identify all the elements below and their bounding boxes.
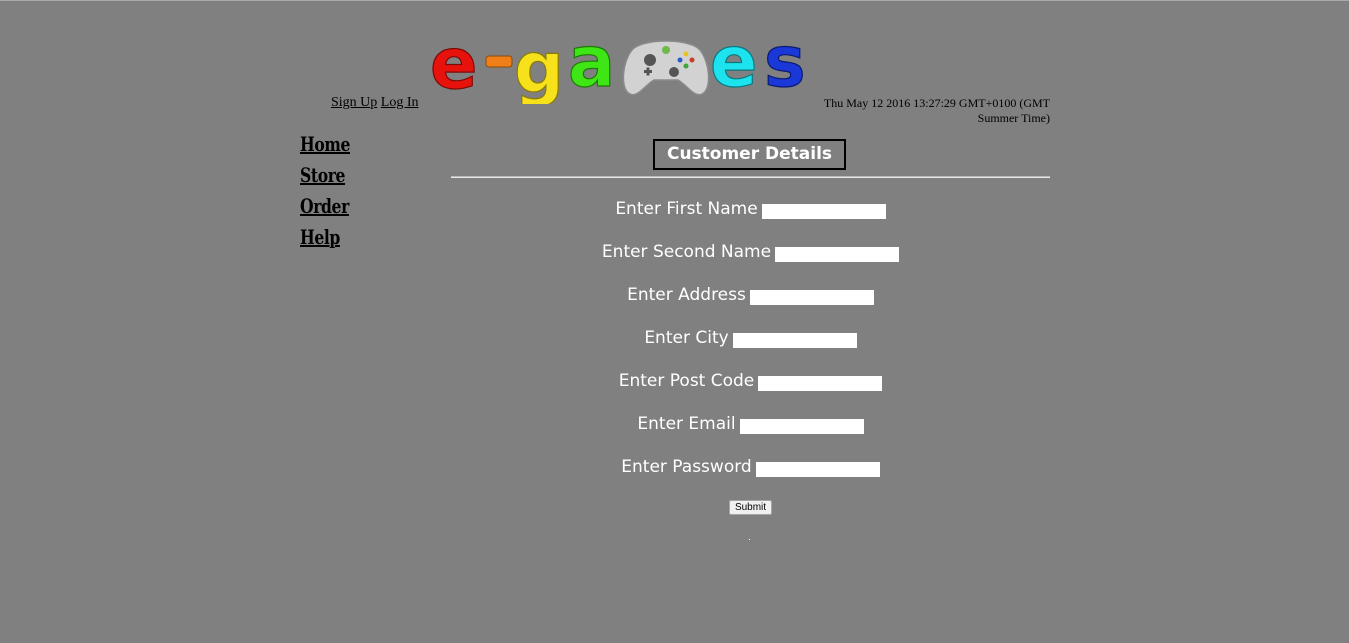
- nav-link-store[interactable]: Store: [300, 160, 350, 191]
- first-name-label: Enter First Name: [615, 199, 758, 219]
- first-name-row: Enter First Name: [451, 199, 1050, 223]
- signup-link[interactable]: Sign Up: [331, 95, 377, 110]
- second-name-row: Enter Second Name: [451, 242, 1050, 266]
- submit-wrap: Submit: [451, 497, 1050, 515]
- divider: [451, 176, 1050, 178]
- logo-letter-s: s: [764, 32, 806, 103]
- page-title: Customer Details: [653, 139, 846, 170]
- logo-letter-g: g: [514, 32, 564, 104]
- email-input[interactable]: [739, 419, 864, 434]
- password-row: Enter Password: [451, 457, 1050, 481]
- top-border: [0, 0, 1349, 1]
- logo-letter-e2: e: [710, 32, 757, 103]
- auth-links: Sign Up Log In: [331, 95, 419, 111]
- city-input[interactable]: [732, 333, 857, 348]
- current-datetime: Thu May 12 2016 13:27:29 GMT+0100 (GMT S…: [823, 96, 1050, 125]
- email-label: Enter Email: [637, 414, 736, 434]
- submit-button[interactable]: Submit: [728, 500, 773, 515]
- password-label: Enter Password: [621, 457, 752, 477]
- nav-link-order[interactable]: Order: [300, 191, 350, 222]
- email-row: Enter Email: [451, 414, 1050, 438]
- city-row: Enter City: [451, 328, 1050, 352]
- stray-dot: [749, 539, 750, 540]
- logo-dash: [485, 55, 513, 68]
- second-name-label: Enter Second Name: [601, 242, 772, 262]
- first-name-input[interactable]: [761, 204, 886, 219]
- address-label: Enter Address: [627, 285, 746, 305]
- address-input[interactable]: [749, 290, 874, 305]
- side-nav: Home Store Order Help: [300, 129, 364, 253]
- logo-letter-a: a: [568, 32, 615, 103]
- address-row: Enter Address: [451, 285, 1050, 309]
- password-input[interactable]: [755, 462, 880, 477]
- game-controller-icon: [622, 40, 710, 96]
- post-code-input[interactable]: [758, 376, 883, 391]
- second-name-input[interactable]: [775, 247, 900, 262]
- login-link[interactable]: Log In: [381, 95, 419, 110]
- nav-link-home[interactable]: Home: [300, 129, 350, 160]
- post-code-row: Enter Post Code: [451, 371, 1050, 395]
- nav-link-help[interactable]: Help: [300, 222, 350, 253]
- post-code-label: Enter Post Code: [618, 371, 755, 391]
- site-logo: e g a e s: [428, 32, 820, 104]
- logo-letter-e: e: [430, 32, 477, 104]
- city-label: Enter City: [644, 328, 729, 348]
